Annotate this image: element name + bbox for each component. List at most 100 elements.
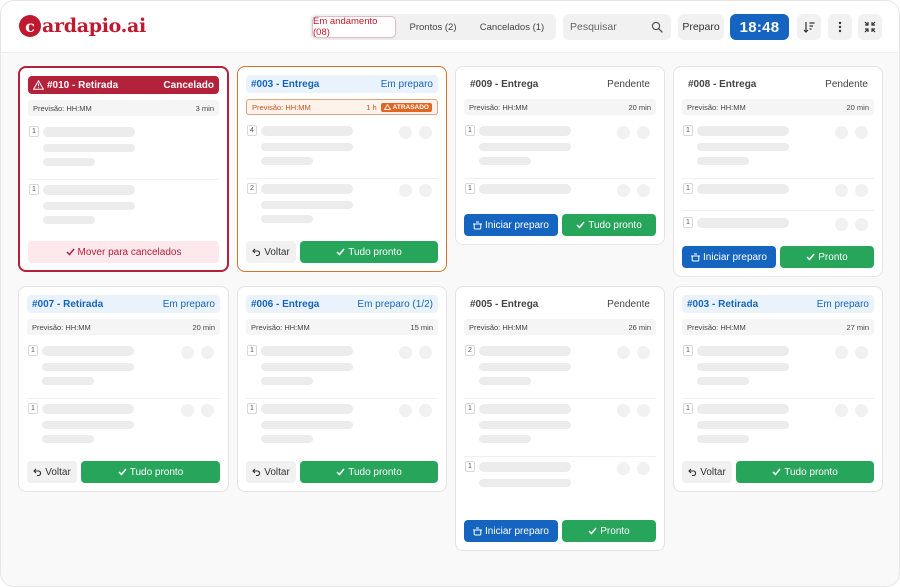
undo-icon	[252, 468, 261, 476]
all-ready-button[interactable]: Tudo pronto	[81, 461, 220, 483]
forecast-label: Previsão: HH:MM	[687, 322, 746, 332]
skeleton-line	[261, 201, 353, 209]
forecast-label: Previsão: HH:MM	[252, 102, 311, 112]
skeleton-circle	[637, 184, 650, 197]
start-preparation-button[interactable]: Iniciar preparo	[682, 246, 776, 268]
sort-icon	[803, 22, 815, 33]
skeleton-circle	[835, 126, 848, 139]
back-button[interactable]: Voltar	[682, 461, 732, 483]
elapsed-time: 1 h	[366, 102, 377, 112]
tab-prontos[interactable]: Prontos (2)	[396, 16, 470, 38]
start-preparation-button[interactable]: Iniciar preparo	[464, 520, 558, 542]
skeleton-circle	[419, 126, 432, 139]
start-preparation-button[interactable]: Iniciar preparo	[464, 214, 558, 236]
skeleton-line	[42, 404, 134, 414]
all-ready-button[interactable]: Tudo pronto	[300, 461, 438, 483]
order-card[interactable]: #006 - Entrega Em preparo (1/2) Previsão…	[237, 286, 447, 492]
list-item: 1	[682, 123, 874, 179]
list-item: 1	[682, 343, 874, 399]
item-quantity: 1	[465, 125, 475, 136]
skeleton-circle	[181, 346, 194, 359]
skeleton-line	[42, 435, 94, 443]
logo-mark: c	[19, 15, 41, 37]
check-icon	[576, 221, 585, 229]
skeleton-circle	[617, 462, 630, 475]
back-button[interactable]: Voltar	[246, 461, 296, 483]
forecast-bar: Previsão: HH:MM 3 min	[28, 100, 219, 116]
skeleton-line	[261, 404, 353, 414]
status-tabs: Em andamento (08) Prontos (2) Cancelados…	[310, 14, 556, 40]
skeleton-line	[697, 377, 749, 385]
logo[interactable]: c ardapio.ai	[19, 12, 146, 40]
check-icon	[118, 468, 127, 476]
skeleton-circle	[617, 184, 630, 197]
item-quantity: 1	[247, 403, 257, 414]
skeleton-line	[42, 363, 134, 371]
skeleton-line	[43, 216, 95, 224]
skeleton-circle	[637, 404, 650, 417]
skeleton-line	[697, 363, 789, 371]
tab-cancelados[interactable]: Cancelados (1)	[470, 16, 554, 38]
order-id: #006 - Entrega	[251, 298, 320, 310]
skeleton-line	[261, 143, 353, 151]
order-card[interactable]: #005 - Entrega Pendente Previsão: HH:MM …	[455, 286, 665, 551]
move-to-cancelled-button[interactable]: Mover para cancelados	[28, 241, 219, 263]
skeleton-line	[697, 157, 749, 165]
tab-em-andamento[interactable]: Em andamento (08)	[312, 16, 396, 38]
skeleton-circle	[617, 346, 630, 359]
forecast-bar: Previsão: HH:MM 27 min	[682, 319, 874, 335]
skeleton-line	[697, 404, 789, 414]
sort-button[interactable]	[797, 14, 821, 40]
item-quantity: 1	[28, 403, 38, 414]
search-icon[interactable]	[651, 21, 663, 33]
ready-button[interactable]: Pronto	[780, 246, 874, 268]
order-card[interactable]: #007 - Retirada Em preparo Previsão: HH:…	[18, 286, 229, 492]
more-vertical-icon	[838, 21, 842, 33]
warning-icon	[33, 80, 44, 90]
order-id: #008 - Entrega	[688, 78, 757, 90]
skeleton-circle	[855, 218, 868, 231]
order-header: #010 - Retirada Cancelado	[28, 76, 219, 94]
all-ready-button[interactable]: Tudo pronto	[562, 214, 656, 236]
skeleton-circle	[201, 404, 214, 417]
collapse-icon	[864, 21, 876, 33]
order-card[interactable]: #008 - Entrega Pendente Previsão: HH:MM …	[673, 66, 883, 277]
item-quantity: 1	[683, 403, 693, 414]
skeleton-circle	[855, 346, 868, 359]
back-button[interactable]: Voltar	[246, 241, 296, 263]
skeleton-line	[479, 157, 531, 165]
skeleton-line	[261, 215, 313, 223]
more-button[interactable]	[828, 14, 852, 40]
order-card[interactable]: #009 - Entrega Pendente Previsão: HH:MM …	[455, 66, 665, 245]
all-ready-button[interactable]: Tudo pronto	[300, 241, 438, 263]
skeleton-circle	[419, 346, 432, 359]
item-quantity: 1	[29, 184, 39, 195]
skeleton-line	[43, 144, 135, 152]
order-card[interactable]: #010 - Retirada Cancelado Previsão: HH:M…	[18, 66, 229, 272]
order-card[interactable]: #003 - Retirada Em preparo Previsão: HH:…	[673, 286, 883, 492]
skeleton-circle	[419, 404, 432, 417]
forecast-bar: Previsão: HH:MM 20 min	[682, 99, 874, 115]
back-label: Voltar	[45, 466, 71, 478]
check-icon	[65, 248, 75, 256]
move-to-cancelled-label: Mover para cancelados	[77, 246, 182, 258]
list-item: 1	[246, 343, 438, 399]
preparo-button[interactable]: Preparo	[678, 14, 724, 40]
forecast-label: Previsão: HH:MM	[33, 103, 92, 113]
order-header: #007 - Retirada Em preparo	[27, 295, 220, 313]
back-button[interactable]: Voltar	[27, 461, 77, 483]
item-quantity: 1	[247, 345, 257, 356]
order-card[interactable]: #003 - Entrega Em preparo Previsão: HH:M…	[237, 66, 447, 272]
skeleton-line	[43, 158, 95, 166]
cooking-pot-icon	[473, 527, 483, 535]
collapse-button[interactable]	[858, 14, 882, 40]
warning-icon	[383, 104, 391, 110]
skeleton-circle	[835, 346, 848, 359]
ready-button[interactable]: Pronto	[562, 520, 656, 542]
all-ready-button[interactable]: Tudo pronto	[736, 461, 874, 483]
order-header: #006 - Entrega Em preparo (1/2)	[246, 295, 438, 313]
forecast-bar: Previsão: HH:MM 1 h ATRASADO	[246, 99, 438, 115]
item-quantity: 1	[683, 125, 693, 136]
elapsed-time: 26 min	[628, 322, 651, 332]
order-id: #009 - Entrega	[470, 78, 539, 90]
